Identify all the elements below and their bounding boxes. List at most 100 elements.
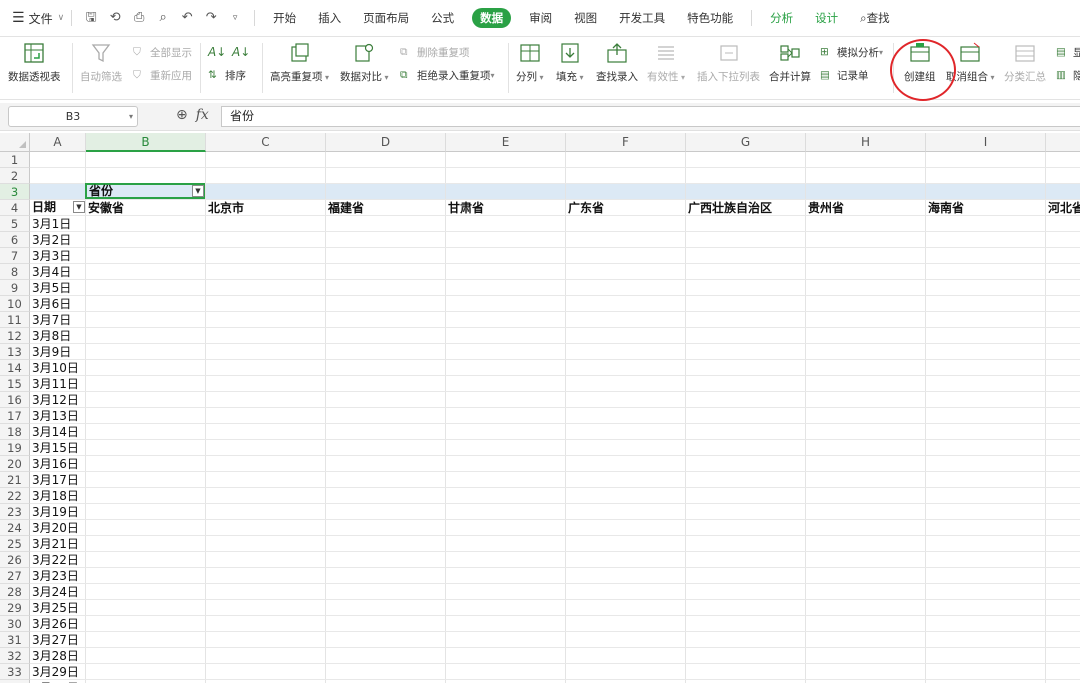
column-header-f[interactable]: F <box>566 133 686 152</box>
tab-page-layout[interactable]: 页面布局 <box>363 10 409 26</box>
pivot-province-header[interactable]: 北京市 <box>208 200 244 216</box>
row-header-13[interactable]: 13 <box>0 344 30 360</box>
pivot-date-row-label[interactable]: 3月21日 <box>32 536 79 552</box>
remove-duplicates-button[interactable]: ⧉ 删除重复项 <box>400 45 470 60</box>
pivot-province-header[interactable]: 甘肃省 <box>448 200 484 216</box>
sort-button[interactable]: ⇅ 排序 <box>208 68 246 83</box>
pivot-date-row-label[interactable]: 3月6日 <box>32 296 71 312</box>
pivot-date-row-label[interactable]: 3月7日 <box>32 312 71 328</box>
row-header-9[interactable]: 9 <box>0 280 30 296</box>
pivot-date-row-label[interactable]: 3月25日 <box>32 600 79 616</box>
tab-insert[interactable]: 插入 <box>318 10 341 26</box>
row-header-29[interactable]: 29 <box>0 600 30 616</box>
subtotal-button[interactable]: 分类汇总 <box>1004 41 1046 84</box>
pivot-date-row-label[interactable]: 3月3日 <box>32 248 71 264</box>
highlight-duplicates-button[interactable]: 高亮重复项 ▾ <box>270 41 329 84</box>
tab-review[interactable]: 审阅 <box>529 10 552 26</box>
tab-view[interactable]: 视图 <box>574 10 597 26</box>
row-header-17[interactable]: 17 <box>0 408 30 424</box>
hamburger-icon[interactable]: ☰ <box>12 10 25 26</box>
row-header-20[interactable]: 20 <box>0 456 30 472</box>
pivot-date-row-label[interactable]: 3月13日 <box>32 408 79 424</box>
pivot-date-row-label[interactable]: 3月18日 <box>32 488 79 504</box>
row-header-23[interactable]: 23 <box>0 504 30 520</box>
row-field-filter-button[interactable]: ▼ <box>73 201 85 213</box>
name-box[interactable]: B3 ▾ <box>8 106 138 127</box>
row-header-10[interactable]: 10 <box>0 296 30 312</box>
spreadsheet-grid[interactable]: A B C D E F G H I 1 2 3 4 5 6 7 8 9 10 11 12 13 14 15 1… <box>0 133 1080 683</box>
pivot-date-row-label[interactable]: 3月27日 <box>32 632 79 648</box>
row-header-22[interactable]: 22 <box>0 488 30 504</box>
pivot-date-row-label[interactable]: 3月15日 <box>32 440 79 456</box>
column-field-filter-button[interactable]: ▼ <box>192 185 204 197</box>
file-menu-label[interactable]: 文件 <box>29 10 53 27</box>
tab-design[interactable]: 设计 <box>815 10 838 26</box>
pivot-date-row-label[interactable]: 3月12日 <box>32 392 79 408</box>
column-header-d[interactable]: D <box>326 133 446 152</box>
select-all-corner[interactable] <box>0 133 30 152</box>
row-header-2[interactable]: 2 <box>0 168 30 184</box>
column-header-a[interactable]: A <box>30 133 86 152</box>
row-header-5[interactable]: 5 <box>0 216 30 232</box>
tab-developer[interactable]: 开发工具 <box>619 10 665 26</box>
export-icon[interactable]: ⟲ <box>107 10 123 26</box>
pivot-date-row-label[interactable]: 3月11日 <box>32 376 79 392</box>
lookup-entry-button[interactable]: 查找录入 <box>596 41 638 84</box>
sort-ascending-button[interactable]: A↓ <box>208 45 226 59</box>
fx-icon[interactable]: fx <box>196 107 209 123</box>
reject-duplicates-button[interactable]: ⧉ 拒绝录入重复项 ▾ <box>400 68 495 83</box>
row-header-16[interactable]: 16 <box>0 392 30 408</box>
column-header-j[interactable] <box>1046 133 1080 152</box>
pivot-date-row-label[interactable]: 3月5日 <box>32 280 71 296</box>
row-header-8[interactable]: 8 <box>0 264 30 280</box>
row-header-19[interactable]: 19 <box>0 440 30 456</box>
row-header-33[interactable]: 33 <box>0 664 30 680</box>
undo-icon[interactable]: ↶ <box>179 10 195 26</box>
pivot-date-row-label[interactable]: 3月10日 <box>32 360 79 376</box>
column-header-c[interactable]: C <box>206 133 326 152</box>
validity-button[interactable]: 有效性 ▾ <box>647 41 685 84</box>
zoom-icon[interactable]: ⊕ <box>176 107 188 123</box>
chevron-down-icon[interactable]: ∨ <box>58 13 65 23</box>
sort-descending-button[interactable]: A↓ <box>232 45 250 59</box>
consolidate-button[interactable]: 合并计算 <box>769 41 811 84</box>
column-header-b[interactable]: B <box>86 133 206 152</box>
row-header-31[interactable]: 31 <box>0 632 30 648</box>
row-header-27[interactable]: 27 <box>0 568 30 584</box>
row-header-11[interactable]: 11 <box>0 312 30 328</box>
row-header-25[interactable]: 25 <box>0 536 30 552</box>
pivot-date-row-label[interactable]: 3月28日 <box>32 648 79 664</box>
record-form-button[interactable]: ▤ 记录单 <box>820 68 869 83</box>
row-header-26[interactable]: 26 <box>0 552 30 568</box>
save-icon[interactable]: 🖫 <box>83 10 99 26</box>
row-header-28[interactable]: 28 <box>0 584 30 600</box>
pivot-date-row-label[interactable]: 3月4日 <box>32 264 71 280</box>
row-header-6[interactable]: 6 <box>0 232 30 248</box>
chevron-down-icon[interactable]: ▾ <box>129 107 133 126</box>
row-header-7[interactable]: 7 <box>0 248 30 264</box>
what-if-analysis-button[interactable]: ⊞ 模拟分析 ▾ <box>820 45 883 60</box>
tab-special-features[interactable]: 特色功能 <box>687 10 733 26</box>
formula-input[interactable]: 省份 <box>221 106 1080 127</box>
pivot-province-header[interactable]: 广西壮族自治区 <box>688 200 772 216</box>
column-header-h[interactable]: H <box>806 133 926 152</box>
row-header-14[interactable]: 14 <box>0 360 30 376</box>
pivot-date-row-label[interactable]: 3月20日 <box>32 520 79 536</box>
row-header-21[interactable]: 21 <box>0 472 30 488</box>
pivot-date-row-label[interactable]: 3月22日 <box>32 552 79 568</box>
split-column-button[interactable]: 分列 ▾ <box>516 41 544 84</box>
show-all-button[interactable]: ⛉ 全部显示 <box>133 45 192 60</box>
show-detail-button[interactable]: ▤ 显 <box>1056 45 1080 60</box>
insert-dropdown-button[interactable]: 插入下拉列表 <box>697 41 760 84</box>
tab-analyze[interactable]: 分析 <box>770 10 793 26</box>
pivot-province-header[interactable]: 福建省 <box>328 200 364 216</box>
pivot-table-button[interactable]: 数据透视表 <box>8 41 61 84</box>
tab-home[interactable]: 开始 <box>273 10 296 26</box>
row-header-30[interactable]: 30 <box>0 616 30 632</box>
pivot-date-row-label[interactable]: 3月24日 <box>32 584 79 600</box>
pivot-date-row-label[interactable]: 3月23日 <box>32 568 79 584</box>
pivot-date-row-label[interactable]: 3月9日 <box>32 344 71 360</box>
pivot-province-header[interactable]: 贵州省 <box>808 200 844 216</box>
pivot-province-header[interactable]: 海南省 <box>928 200 964 216</box>
pivot-date-row-label[interactable]: 3月29日 <box>32 664 79 680</box>
